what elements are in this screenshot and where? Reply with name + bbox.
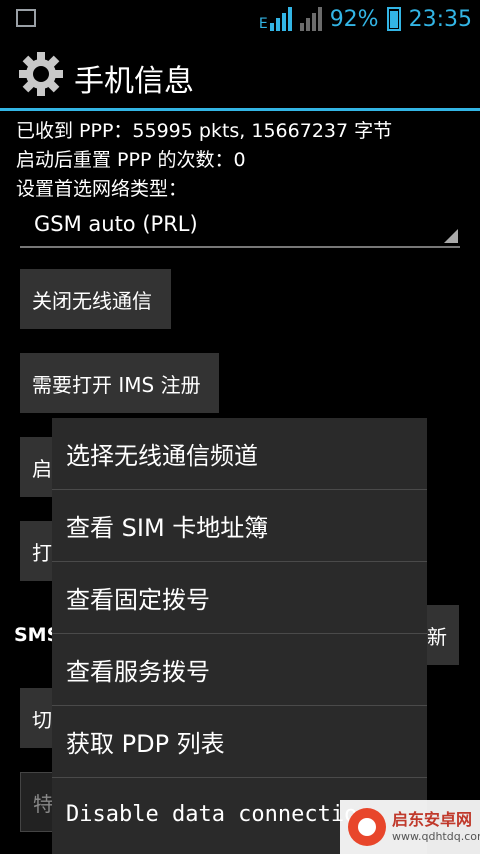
- sim-signal-icon: [299, 7, 322, 31]
- radio-off-button[interactable]: 关闭无线通信: [20, 269, 171, 329]
- ims-register-button[interactable]: 需要打开 IMS 注册: [20, 353, 219, 413]
- menu-item-service-dialing[interactable]: 查看服务拨号: [52, 634, 427, 706]
- menu-item-select-band[interactable]: 选择无线通信频道: [52, 418, 427, 490]
- spinner-value: GSM auto (PRL): [34, 212, 198, 236]
- options-menu: 选择无线通信频道 查看 SIM 卡地址簿 查看固定拨号 查看服务拨号 获取 PD…: [52, 418, 427, 854]
- battery-percent: 92%: [329, 6, 379, 32]
- ppp-received-text: 已收到 PPP：55995 pkts, 15667237 字节: [16, 120, 393, 142]
- watermark-name: 启东安卓网: [392, 810, 473, 829]
- mobile-signal-icon: E: [259, 7, 292, 31]
- clock: 23:35: [408, 6, 472, 32]
- page-title: 手机信息: [74, 64, 194, 99]
- watermark-logo-icon: [348, 808, 386, 846]
- watermark: 启东安卓网 www.qdhtdq.com: [340, 800, 480, 854]
- spinner-arrow-icon: [444, 229, 458, 243]
- image-notification-icon: [16, 9, 36, 27]
- menu-item-sim-address-book[interactable]: 查看 SIM 卡地址簿: [52, 490, 427, 562]
- network-type-spinner[interactable]: GSM auto (PRL): [20, 202, 460, 248]
- action-bar: 手机信息: [0, 38, 480, 111]
- menu-item-pdp-list[interactable]: 获取 PDP 列表: [52, 706, 427, 778]
- network-type-label: 设置首选网络类型：: [16, 178, 188, 200]
- status-icons: E 92% 23:35: [259, 4, 472, 34]
- network-type-label: E: [258, 16, 268, 32]
- ppp-reset-text: 启动后重置 PPP 的次数：0: [16, 149, 246, 171]
- menu-item-fixed-dialing[interactable]: 查看固定拨号: [52, 562, 427, 634]
- status-bar: E 92% 23:35: [0, 0, 480, 38]
- gear-icon: [19, 52, 63, 96]
- watermark-url: www.qdhtdq.com: [392, 830, 480, 843]
- battery-icon: [386, 7, 401, 31]
